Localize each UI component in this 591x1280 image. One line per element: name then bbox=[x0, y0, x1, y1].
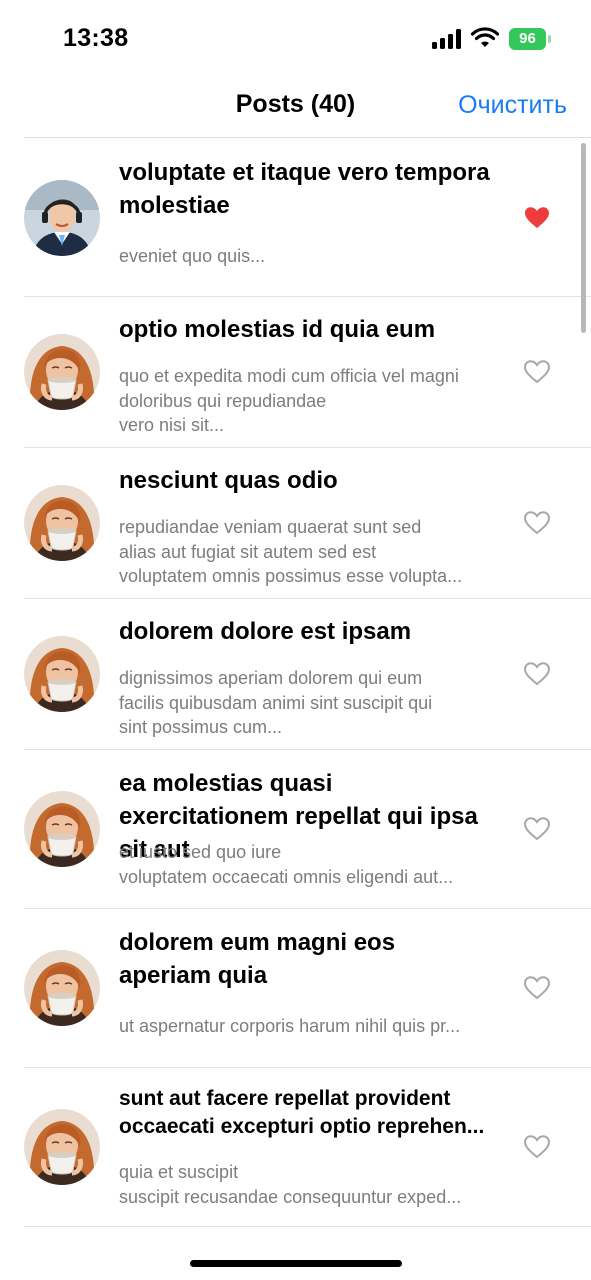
posts-list[interactable]: voluptate et itaque vero tempora molesti… bbox=[0, 139, 591, 1227]
post-body-line: suscipit recusandae consequuntur exped..… bbox=[119, 1186, 462, 1207]
post-title: sunt aut facere repellat provident occae… bbox=[119, 1087, 485, 1138]
status-time: 13:38 bbox=[63, 24, 129, 52]
post-body: dignissimos aperiam dolorem qui eum facil… bbox=[119, 666, 491, 740]
post-title: voluptate et itaque vero tempora molesti… bbox=[119, 159, 490, 219]
woman-coffee-avatar bbox=[24, 791, 100, 867]
battery-icon: 96 bbox=[509, 28, 553, 50]
post-body-line: facilis quibusdam animi sint suscipit qu… bbox=[119, 692, 433, 713]
post-body-line: quia et suscipit bbox=[119, 1162, 239, 1182]
woman-coffee-avatar bbox=[24, 950, 100, 1026]
scrollbar[interactable] bbox=[581, 143, 586, 333]
heart-outline-icon[interactable] bbox=[523, 976, 551, 1000]
post-row[interactable]: dolorem dolore est ipsam dignissimos aper… bbox=[24, 599, 591, 750]
man-headphones-avatar bbox=[24, 179, 100, 256]
woman-coffee-avatar bbox=[24, 334, 100, 410]
cellular-signal-icon bbox=[432, 29, 464, 49]
post-title: optio molestias id quia eum bbox=[119, 316, 436, 343]
woman-coffee-avatar bbox=[24, 1109, 100, 1185]
post-body: ut aspernatur corporis harum nihil quis … bbox=[119, 1014, 491, 1039]
heart-outline-icon[interactable] bbox=[523, 662, 551, 686]
post-row[interactable]: nesciunt quas odio repudiandae veniam qua… bbox=[24, 448, 591, 599]
woman-coffee-avatar bbox=[24, 636, 100, 712]
heart-outline-icon[interactable] bbox=[523, 360, 551, 384]
post-body-line: voluptatem occaecati omnis eligendi aut.… bbox=[119, 866, 454, 887]
post-body-line: dignissimos aperiam dolorem qui eum bbox=[119, 668, 423, 688]
wifi-icon bbox=[471, 27, 499, 47]
post-row[interactable]: ea molestias quasi exercitationem repell… bbox=[24, 750, 591, 909]
post-body-line: doloribus qui repudiandae bbox=[119, 390, 327, 411]
status-bar: 13:38 96 bbox=[0, 0, 591, 80]
post-row[interactable]: optio molestias id quia eum quo et expedi… bbox=[24, 297, 591, 448]
post-body: repudiandae veniam quaerat sunt sed alias… bbox=[119, 515, 491, 589]
post-row[interactable]: sunt aut facere repellat provident occae… bbox=[24, 1068, 591, 1227]
heart-outline-icon[interactable] bbox=[523, 817, 551, 841]
post-body-line: alias aut fugiat sit autem sed est bbox=[119, 541, 377, 562]
post-body-line: ut aspernatur corporis harum nihil quis … bbox=[119, 1016, 461, 1036]
post-body-line: repudiandae veniam quaerat sunt sed bbox=[119, 517, 422, 537]
divider bbox=[24, 137, 591, 138]
heart-filled-icon[interactable] bbox=[524, 206, 550, 230]
post-body-line: eveniet quo quis... bbox=[119, 246, 266, 266]
post-title: dolorem dolore est ipsam bbox=[119, 618, 412, 645]
post-row[interactable]: dolorem eum magni eos aperiam quia ut asp… bbox=[24, 909, 591, 1068]
post-body: et iusto sed quo iure voluptatem occaecat… bbox=[119, 840, 491, 889]
post-title: dolorem eum magni eos aperiam quia bbox=[119, 929, 396, 989]
post-body: eveniet quo quis... bbox=[119, 244, 491, 269]
post-body-line: quo et expedita modi cum officia vel mag… bbox=[119, 366, 459, 386]
post-body: quo et expedita modi cum officia vel mag… bbox=[119, 364, 491, 438]
post-row[interactable]: voluptate et itaque vero tempora molesti… bbox=[24, 139, 591, 297]
home-indicator[interactable] bbox=[190, 1260, 402, 1267]
heart-outline-icon[interactable] bbox=[523, 511, 551, 535]
post-title: nesciunt quas odio bbox=[119, 467, 338, 494]
post-body-line: vero nisi sit... bbox=[119, 415, 225, 435]
post-body-line: voluptatem omnis possimus esse volupta..… bbox=[119, 566, 463, 586]
navigation-bar: Posts (40) Очистить bbox=[0, 80, 591, 138]
woman-coffee-avatar bbox=[24, 485, 100, 561]
heart-outline-icon[interactable] bbox=[523, 1135, 551, 1159]
post-body-line: sint possimus cum... bbox=[119, 717, 283, 737]
battery-level: 96 bbox=[509, 28, 546, 50]
post-body-line: et iusto sed quo iure bbox=[119, 842, 282, 862]
post-body: quia et suscipit suscipit recusandae cons… bbox=[119, 1160, 491, 1209]
clear-button[interactable]: Очистить bbox=[458, 91, 567, 120]
